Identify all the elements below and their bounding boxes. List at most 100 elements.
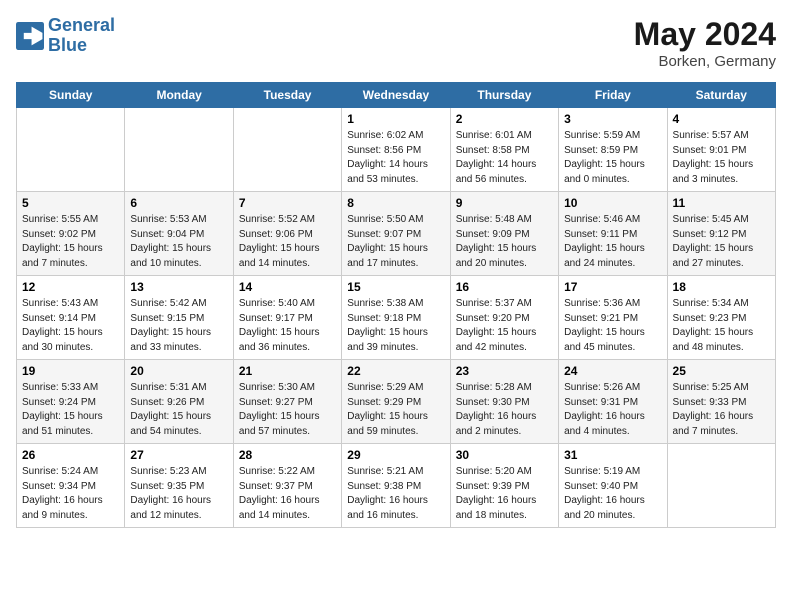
day-number: 16 [456, 280, 553, 294]
day-number: 11 [673, 196, 770, 210]
day-number: 26 [22, 448, 119, 462]
day-number: 19 [22, 364, 119, 378]
calendar-cell: 23Sunrise: 5:28 AMSunset: 9:30 PMDayligh… [450, 360, 558, 444]
calendar-cell: 12 Sunrise: 5:43 AMSunset: 9:14 PMDayligh… [17, 276, 125, 360]
calendar-body: 1Sunrise: 6:02 AMSunset: 8:56 PMDaylight… [17, 108, 776, 528]
day-info: Sunrise: 5:21 AMSunset: 9:38 PMDaylight:… [347, 465, 444, 523]
day-info: Sunrise: 5:57 AMSunset: 9:01 PMDaylight:… [673, 129, 770, 187]
calendar-cell: 8 Sunrise: 5:50 AMSunset: 9:07 PMDaylight… [342, 192, 450, 276]
day-number: 8 [347, 196, 444, 210]
calendar-cell: 1Sunrise: 6:02 AMSunset: 8:56 PMDaylight… [342, 108, 450, 192]
day-number: 14 [239, 280, 336, 294]
day-info: Sunrise: 5:23 AMSunset: 9:35 PMDaylight:… [130, 465, 227, 523]
day-number: 30 [456, 448, 553, 462]
calendar-cell: 21Sunrise: 5:30 AMSunset: 9:27 PMDayligh… [233, 360, 341, 444]
subtitle: Borken, Germany [634, 53, 776, 70]
day-number: 7 [239, 196, 336, 210]
day-number: 20 [130, 364, 227, 378]
calendar-cell: 20 Sunrise: 5:31 AMSunset: 9:26 PMDayligh… [125, 360, 233, 444]
calendar-week-row: 12 Sunrise: 5:43 AMSunset: 9:14 PMDayligh… [17, 276, 776, 360]
day-of-week-header: Saturday [667, 83, 775, 108]
day-info: Sunrise: 5:53 AMSunset: 9:04 PMDaylight:… [130, 213, 227, 271]
calendar-cell: 17 Sunrise: 5:36 AMSunset: 9:21 PMDayligh… [559, 276, 667, 360]
day-info: Sunrise: 5:19 AMSunset: 9:40 PMDaylight:… [564, 465, 661, 523]
calendar-week-row: 19Sunrise: 5:33 AMSunset: 9:24 PMDayligh… [17, 360, 776, 444]
logo-text: General Blue [48, 16, 115, 56]
calendar-cell [125, 108, 233, 192]
day-of-week-header: Friday [559, 83, 667, 108]
day-info: Sunrise: 5:42 AMSunset: 9:15 PMDaylight:… [130, 297, 227, 355]
day-number: 3 [564, 112, 661, 126]
calendar-cell: 25 Sunrise: 5:25 AMSunset: 9:33 PMDayligh… [667, 360, 775, 444]
calendar-week-row: 1Sunrise: 6:02 AMSunset: 8:56 PMDaylight… [17, 108, 776, 192]
page-header: General Blue May 2024 Borken, Germany [16, 16, 776, 70]
calendar-cell: 7 Sunrise: 5:52 AMSunset: 9:06 PMDaylight… [233, 192, 341, 276]
calendar-cell: 10 Sunrise: 5:46 AMSunset: 9:11 PMDayligh… [559, 192, 667, 276]
day-info: Sunrise: 5:24 AMSunset: 9:34 PMDaylight:… [22, 465, 119, 523]
day-of-week-header: Sunday [17, 83, 125, 108]
day-number: 17 [564, 280, 661, 294]
logo-icon [16, 22, 44, 50]
calendar-table: SundayMondayTuesdayWednesdayThursdayFrid… [16, 82, 776, 528]
calendar-cell: 28Sunrise: 5:22 AMSunset: 9:37 PMDayligh… [233, 444, 341, 528]
calendar-cell: 24Sunrise: 5:26 AMSunset: 9:31 PMDayligh… [559, 360, 667, 444]
day-info: Sunrise: 5:50 AMSunset: 9:07 PMDaylight:… [347, 213, 444, 271]
day-of-week-header: Thursday [450, 83, 558, 108]
calendar-cell: 6 Sunrise: 5:53 AMSunset: 9:04 PMDaylight… [125, 192, 233, 276]
day-of-week-header: Wednesday [342, 83, 450, 108]
day-of-week-header: Monday [125, 83, 233, 108]
day-number: 21 [239, 364, 336, 378]
calendar-cell: 30 Sunrise: 5:20 AMSunset: 9:39 PMDayligh… [450, 444, 558, 528]
day-info: Sunrise: 5:31 AMSunset: 9:26 PMDaylight:… [130, 381, 227, 439]
day-number: 5 [22, 196, 119, 210]
title-block: May 2024 Borken, Germany [634, 16, 776, 70]
calendar-header: SundayMondayTuesdayWednesdayThursdayFrid… [17, 83, 776, 108]
day-info: Sunrise: 6:02 AMSunset: 8:56 PMDaylight:… [347, 129, 444, 187]
day-info: Sunrise: 5:22 AMSunset: 9:37 PMDaylight:… [239, 465, 336, 523]
day-number: 10 [564, 196, 661, 210]
day-info: Sunrise: 5:25 AMSunset: 9:33 PMDaylight:… [673, 381, 770, 439]
day-info: Sunrise: 5:46 AMSunset: 9:11 PMDaylight:… [564, 213, 661, 271]
main-title: May 2024 [634, 16, 776, 53]
day-info: Sunrise: 5:38 AMSunset: 9:18 PMDaylight:… [347, 297, 444, 355]
calendar-cell: 3 Sunrise: 5:59 AMSunset: 8:59 PMDaylight… [559, 108, 667, 192]
day-info: Sunrise: 5:43 AMSunset: 9:14 PMDaylight:… [22, 297, 119, 355]
calendar-cell: 19Sunrise: 5:33 AMSunset: 9:24 PMDayligh… [17, 360, 125, 444]
day-info: Sunrise: 5:55 AMSunset: 9:02 PMDaylight:… [22, 213, 119, 271]
calendar-cell: 9Sunrise: 5:48 AMSunset: 9:09 PMDaylight… [450, 192, 558, 276]
day-number: 13 [130, 280, 227, 294]
calendar-cell: 15 Sunrise: 5:38 AMSunset: 9:18 PMDayligh… [342, 276, 450, 360]
calendar-cell [17, 108, 125, 192]
calendar-week-row: 26 Sunrise: 5:24 AMSunset: 9:34 PMDayligh… [17, 444, 776, 528]
days-of-week-row: SundayMondayTuesdayWednesdayThursdayFrid… [17, 83, 776, 108]
day-number: 22 [347, 364, 444, 378]
calendar-cell: 31 Sunrise: 5:19 AMSunset: 9:40 PMDayligh… [559, 444, 667, 528]
day-info: Sunrise: 5:29 AMSunset: 9:29 PMDaylight:… [347, 381, 444, 439]
calendar-cell: 27Sunrise: 5:23 AMSunset: 9:35 PMDayligh… [125, 444, 233, 528]
logo: General Blue [16, 16, 115, 56]
day-info: Sunrise: 5:28 AMSunset: 9:30 PMDaylight:… [456, 381, 553, 439]
day-info: Sunrise: 5:45 AMSunset: 9:12 PMDaylight:… [673, 213, 770, 271]
day-info: Sunrise: 5:59 AMSunset: 8:59 PMDaylight:… [564, 129, 661, 187]
day-info: Sunrise: 5:20 AMSunset: 9:39 PMDaylight:… [456, 465, 553, 523]
calendar-cell [667, 444, 775, 528]
day-info: Sunrise: 5:52 AMSunset: 9:06 PMDaylight:… [239, 213, 336, 271]
day-number: 2 [456, 112, 553, 126]
logo-line1: General [48, 15, 115, 35]
day-number: 12 [22, 280, 119, 294]
day-number: 4 [673, 112, 770, 126]
day-info: Sunrise: 5:37 AMSunset: 9:20 PMDaylight:… [456, 297, 553, 355]
calendar-cell: 5 Sunrise: 5:55 AMSunset: 9:02 PMDaylight… [17, 192, 125, 276]
calendar-cell: 13 Sunrise: 5:42 AMSunset: 9:15 PMDayligh… [125, 276, 233, 360]
day-number: 6 [130, 196, 227, 210]
day-number: 15 [347, 280, 444, 294]
day-info: Sunrise: 5:36 AMSunset: 9:21 PMDaylight:… [564, 297, 661, 355]
day-number: 18 [673, 280, 770, 294]
day-number: 31 [564, 448, 661, 462]
calendar-cell: 11 Sunrise: 5:45 AMSunset: 9:12 PMDayligh… [667, 192, 775, 276]
calendar-cell: 26 Sunrise: 5:24 AMSunset: 9:34 PMDayligh… [17, 444, 125, 528]
day-number: 25 [673, 364, 770, 378]
calendar-cell: 18Sunrise: 5:34 AMSunset: 9:23 PMDayligh… [667, 276, 775, 360]
calendar-cell: 29Sunrise: 5:21 AMSunset: 9:38 PMDayligh… [342, 444, 450, 528]
day-of-week-header: Tuesday [233, 83, 341, 108]
